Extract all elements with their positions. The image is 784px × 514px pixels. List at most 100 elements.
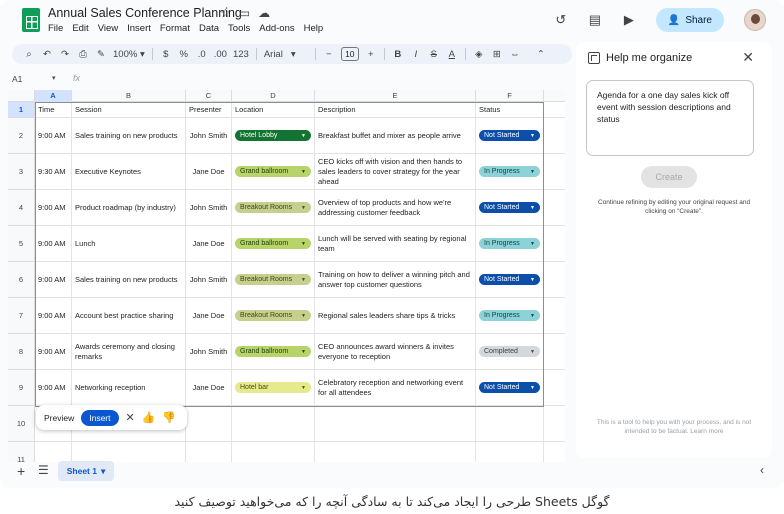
row-header[interactable]: 8 [8,334,35,370]
header-cell-session[interactable]: Session [72,102,186,117]
location-cell[interactable]: Hotel bar ▼ [232,370,315,405]
column-header-a[interactable]: A [35,90,72,102]
row-header[interactable]: 10 [8,406,35,442]
italic-button[interactable]: I [407,44,425,64]
undo-icon[interactable]: ↶ [38,44,56,64]
move-folder-icon[interactable]: ▭ [239,6,250,20]
close-icon[interactable]: ✕ [126,411,135,424]
currency-format-button[interactable]: $ [157,44,175,64]
merge-cells-icon[interactable]: ⇔ [506,44,524,64]
status-dropdown-chip[interactable]: Not Started ▼ [479,382,540,393]
menu-add-ons[interactable]: Add-ons [259,23,294,34]
menu-view[interactable]: View [98,23,118,34]
fill-color-icon[interactable]: ◈ [470,44,488,64]
history-icon[interactable]: ↺ [554,12,568,28]
chevron-down-icon[interactable]: ▾ [52,74,56,82]
cloud-status-icon[interactable]: ☁ [258,6,270,20]
session-cell[interactable]: Awards ceremony and closing remarks [72,334,186,369]
status-dropdown-chip[interactable]: Not Started ▼ [479,202,540,213]
location-dropdown-chip[interactable]: Hotel bar ▼ [235,382,311,393]
location-cell[interactable]: Hotel Lobby ▼ [232,118,315,153]
column-header-f[interactable]: F [476,90,544,102]
status-cell[interactable]: Completed ▼ [476,334,544,369]
row-header[interactable]: 3 [8,154,35,190]
presenter-cell[interactable]: Jane Doe [186,298,232,333]
row-header[interactable]: 9 [8,370,35,406]
empty-cell[interactable] [186,442,232,462]
time-cell[interactable]: 9:30 AM [35,154,72,189]
session-cell[interactable]: Lunch [72,226,186,261]
preview-button[interactable]: Preview [44,413,74,423]
presenter-cell[interactable]: Jane Doe [186,370,232,405]
time-cell[interactable]: 9:00 AM [35,226,72,261]
status-cell[interactable]: Not Started ▼ [476,262,544,297]
status-cell[interactable]: Not Started ▼ [476,370,544,405]
percent-format-button[interactable]: % [175,44,193,64]
description-cell[interactable]: CEO announces award winners & invites ev… [315,334,476,369]
empty-cell[interactable] [476,406,544,441]
empty-cell[interactable] [186,406,232,441]
menu-file[interactable]: File [48,23,63,34]
presenter-cell[interactable]: John Smith [186,262,232,297]
status-dropdown-chip[interactable]: Not Started ▼ [479,274,540,285]
presenter-cell[interactable]: John Smith [186,118,232,153]
prompt-input[interactable]: Agenda for a one day sales kick off even… [586,80,754,156]
presenter-cell[interactable]: John Smith [186,334,232,369]
column-header-b[interactable]: B [72,90,186,102]
time-cell[interactable]: 9:00 AM [35,334,72,369]
text-color-button[interactable]: A [443,44,461,64]
chevron-up-icon[interactable]: ⌃ [532,44,550,64]
status-cell[interactable]: Not Started ▼ [476,190,544,225]
column-header-g[interactable] [544,90,565,102]
header-cell-description[interactable]: Description [315,102,476,117]
menu-insert[interactable]: Insert [127,23,151,34]
font-select[interactable]: Arial ▾ [261,44,311,64]
chevron-left-icon[interactable]: ‹ [760,463,764,477]
row-header[interactable]: 6 [8,262,35,298]
location-dropdown-chip[interactable]: Grand ballroom ▼ [235,346,311,357]
select-all-corner[interactable] [8,90,35,102]
status-dropdown-chip[interactable]: In Progress ▼ [479,238,540,249]
location-cell[interactable]: Breakout Rooms ▼ [232,298,315,333]
decrease-font-size-button[interactable]: − [320,44,338,64]
more-formats-button[interactable]: 123 [230,44,252,64]
location-dropdown-chip[interactable]: Breakout Rooms ▼ [235,202,311,213]
column-header-d[interactable]: D [232,90,315,102]
session-cell[interactable]: Sales training on new products [72,118,186,153]
header-cell-presenter[interactable]: Presenter [186,102,232,117]
menu-data[interactable]: Data [199,23,219,34]
empty-cell[interactable] [476,442,544,462]
location-cell[interactable]: Breakout Rooms ▼ [232,262,315,297]
description-cell[interactable]: Celebratory reception and networking eve… [315,370,476,405]
zoom-select[interactable]: 100% ▾ [110,44,148,64]
session-cell[interactable]: Account best practice sharing [72,298,186,333]
row-header[interactable]: 11 [8,442,35,462]
status-cell[interactable]: In Progress ▼ [476,154,544,189]
time-cell[interactable]: 9:00 AM [35,370,72,405]
name-box[interactable]: A1 [12,74,22,84]
status-dropdown-chip[interactable]: In Progress ▼ [479,310,540,321]
header-cell-time[interactable]: Time [35,102,72,117]
empty-cell[interactable] [35,442,72,462]
menu-format[interactable]: Format [160,23,190,34]
session-cell[interactable]: Networking reception [72,370,186,405]
location-cell[interactable]: Grand ballroom ▼ [232,226,315,261]
time-cell[interactable]: 9:00 AM [35,118,72,153]
session-cell[interactable]: Product roadmap (by industry) [72,190,186,225]
header-cell-location[interactable]: Location [232,102,315,117]
header-cell-status[interactable]: Status [476,102,544,117]
borders-icon[interactable]: ⊞ [488,44,506,64]
comments-icon[interactable]: ▤ [588,12,602,28]
empty-cell[interactable] [232,406,315,441]
description-cell[interactable]: Lunch will be served with seating by reg… [315,226,476,261]
time-cell[interactable]: 9:00 AM [35,190,72,225]
strikethrough-button[interactable]: S [425,44,443,64]
empty-cell[interactable] [315,406,476,441]
session-cell[interactable]: Executive Keynotes [72,154,186,189]
time-cell[interactable]: 9:00 AM [35,298,72,333]
insert-button[interactable]: Insert [81,409,119,426]
increase-decimal-button[interactable]: .00 [211,44,230,64]
empty-cell[interactable] [72,442,186,462]
increase-font-size-button[interactable]: + [362,44,380,64]
status-cell[interactable]: In Progress ▼ [476,226,544,261]
